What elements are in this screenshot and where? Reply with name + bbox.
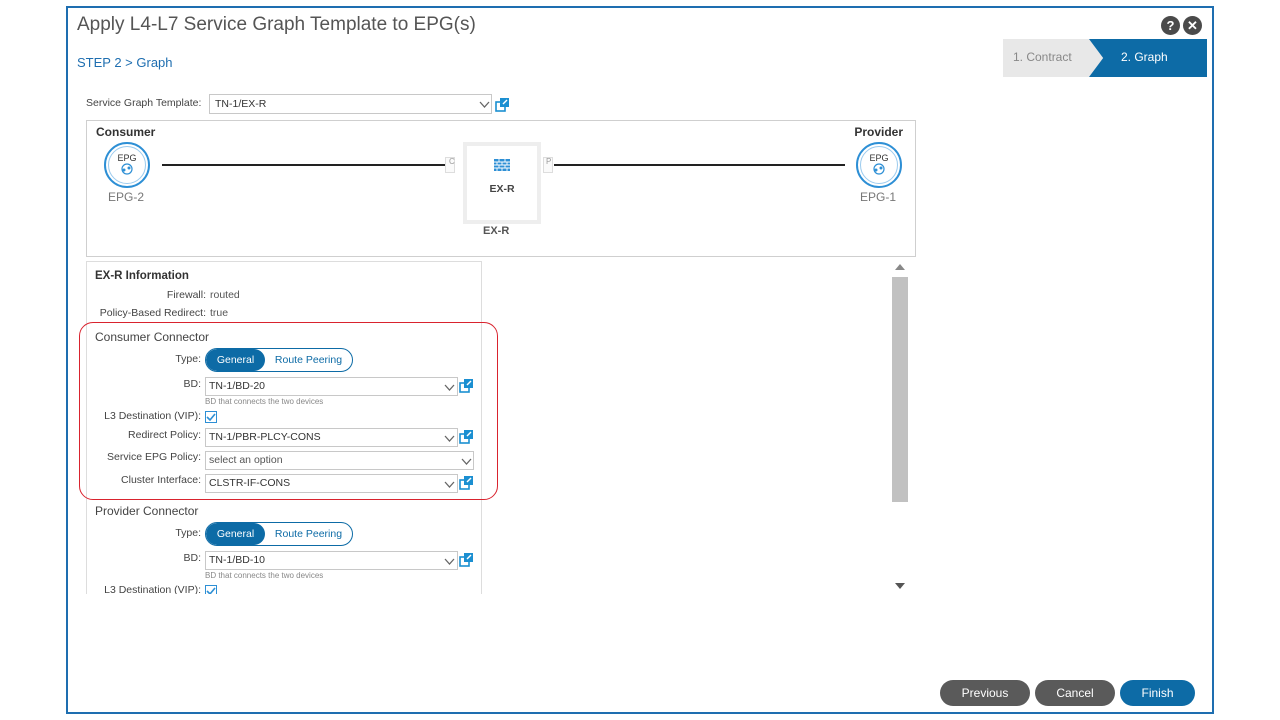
pbr-value: true xyxy=(210,307,229,319)
device-node[interactable]: EX-R xyxy=(463,142,541,224)
consumer-epg-badge: EPG xyxy=(117,153,137,163)
provider-epg-node[interactable]: EPG xyxy=(856,142,902,188)
provider-epg-badge: EPG xyxy=(869,153,889,163)
consumer-connector-highlight xyxy=(79,322,498,500)
device-label: EX-R xyxy=(483,225,510,237)
epg-icon xyxy=(871,163,887,177)
dialog-title: Apply L4-L7 Service Graph Template to EP… xyxy=(77,14,476,35)
prov-bd-label: BD: xyxy=(183,552,201,564)
consumer-epg-name: EPG-2 xyxy=(108,190,145,204)
chevron-down-icon[interactable] xyxy=(441,552,457,570)
prov-type-route-peering[interactable]: Route Peering xyxy=(265,523,352,545)
firewall-icon xyxy=(494,158,510,176)
prov-type-label: Type: xyxy=(175,527,201,539)
question-icon[interactable]: ? xyxy=(1161,16,1180,35)
provider-link xyxy=(554,164,845,166)
info-title: EX-R Information xyxy=(95,270,189,282)
prov-bd-hint: BD that connects the two devices xyxy=(205,571,324,580)
prov-bd-select[interactable]: TN-1/BD-10 xyxy=(205,551,458,570)
provider-epg-name: EPG-1 xyxy=(860,190,897,204)
template-label: Service Graph Template: xyxy=(86,97,202,109)
scrollbar-thumb[interactable] xyxy=(892,277,908,502)
port-p-label: P xyxy=(546,157,552,166)
consumer-label: Consumer xyxy=(96,125,156,139)
consumer-epg-node[interactable]: EPG xyxy=(104,142,150,188)
port-c-label: C xyxy=(449,157,455,166)
header-icons: ? ✕ xyxy=(1161,16,1202,35)
provider-connector-title: Provider Connector xyxy=(95,504,199,518)
previous-button[interactable]: Previous xyxy=(940,680,1030,706)
scroll-down-icon[interactable] xyxy=(895,583,905,589)
close-icon[interactable]: ✕ xyxy=(1183,16,1202,35)
pbr-label: Policy-Based Redirect: xyxy=(99,307,206,319)
breadcrumb: STEP 2 > Graph xyxy=(77,55,173,70)
firewall-label: Firewall: xyxy=(166,289,206,301)
cancel-button[interactable]: Cancel xyxy=(1035,680,1115,706)
prov-l3-label: L3 Destination (VIP): xyxy=(104,584,201,594)
dialog: Apply L4-L7 Service Graph Template to EP… xyxy=(66,6,1214,714)
panel-scrollbar[interactable] xyxy=(890,261,908,595)
device-name: EX-R xyxy=(489,183,515,195)
provider-label: Provider xyxy=(854,125,903,139)
service-graph-canvas: Consumer Provider EPG EPG-2 C EX-R EX-R xyxy=(86,120,916,257)
template-select[interactable]: TN-1/EX-R xyxy=(209,94,492,114)
epg-icon xyxy=(119,163,135,177)
open-template-icon[interactable] xyxy=(495,97,510,112)
consumer-link xyxy=(162,164,446,166)
open-prov-bd-icon[interactable] xyxy=(459,552,474,567)
finish-button[interactable]: Finish xyxy=(1120,680,1195,706)
prov-type-toggle: General Route Peering xyxy=(205,522,353,546)
prov-type-general[interactable]: General xyxy=(206,523,265,545)
prov-l3-checkbox[interactable] xyxy=(205,585,217,594)
scroll-up-icon[interactable] xyxy=(895,264,905,270)
wizard-steps: 1. Contract 2. Graph xyxy=(1003,39,1207,77)
wizard-step-graph[interactable]: 2. Graph xyxy=(1089,39,1207,77)
firewall-value: routed xyxy=(210,289,240,301)
chevron-down-icon[interactable] xyxy=(476,95,492,113)
